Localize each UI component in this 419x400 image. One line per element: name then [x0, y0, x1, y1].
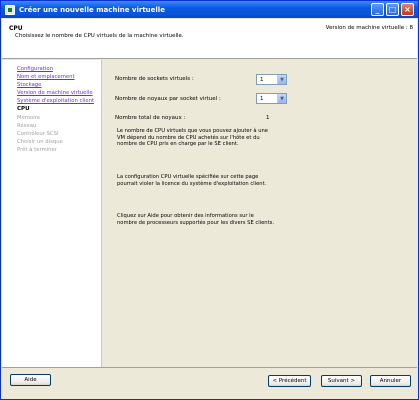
cores-per-socket-label: Nombre de noyaux par socket virtuel :	[115, 96, 221, 102]
window-title: Créer une nouvelle machine virtuelle	[19, 5, 165, 14]
minimize-icon[interactable]: _	[371, 3, 384, 16]
wizard-header: CPU Choisissez le nombre de CPU virtuels…	[2, 19, 417, 59]
sidebar-item-scsi-controller: Contrôleur SCSI	[17, 131, 59, 137]
close-icon[interactable]: ×	[401, 3, 414, 16]
sidebar-item-configuration[interactable]: Configuration	[17, 66, 53, 72]
total-cores-value: 1	[266, 115, 270, 121]
footer-divider	[2, 367, 417, 368]
wizard-window: Créer une nouvelle machine virtuelle _ □…	[0, 0, 419, 400]
sidebar-item-guest-os[interactable]: Système d'exploitation client	[17, 98, 94, 104]
page-title: CPU	[9, 25, 23, 32]
sidebar-item-network: Réseau	[17, 123, 37, 129]
sidebar-item-memory: Mémoire	[17, 115, 41, 121]
sockets-value: 1	[260, 76, 264, 83]
info-cpu-licensing: Le nombre de CPU virtuels que vous pouve…	[117, 128, 268, 148]
info-license-warning: La configuration CPU virtuelle spécifiée…	[117, 174, 267, 187]
vm-version-label: Version de machine virtuelle : 8	[325, 25, 413, 31]
sidebar-item-name-location[interactable]: Nom et emplacement	[17, 74, 75, 80]
cores-per-socket-value: 1	[260, 95, 264, 102]
chevron-down-icon[interactable]: ▼	[277, 94, 286, 103]
next-button[interactable]: Suivant >	[321, 375, 362, 387]
sidebar-item-select-disk: Choisir un disque	[17, 139, 63, 145]
cancel-button[interactable]: Annuler	[370, 375, 411, 387]
cpu-settings-panel: Nombre de sockets virtuels : 1 ▼ Nombre …	[103, 60, 406, 367]
cores-per-socket-select[interactable]: 1 ▼	[256, 93, 287, 104]
back-button[interactable]: < Précédent	[268, 375, 311, 387]
sidebar-item-cpu: CPU	[17, 106, 30, 112]
sidebar-item-storage[interactable]: Stockage	[17, 82, 41, 88]
page-subtitle: Choisissez le nombre de CPU virtuels de …	[15, 33, 184, 39]
sockets-select[interactable]: 1 ▼	[256, 74, 287, 85]
total-cores-label: Nombre total de noyaux :	[115, 115, 186, 121]
chevron-down-icon[interactable]: ▼	[277, 75, 286, 84]
wizard-steps-sidebar: Configuration Nom et emplacement Stockag…	[2, 60, 102, 367]
sidebar-item-vm-version[interactable]: Version de machine virtuelle	[17, 90, 93, 96]
vm-app-icon	[5, 4, 15, 15]
title-bar[interactable]: Créer une nouvelle machine virtuelle _ □…	[1, 1, 418, 18]
maximize-icon[interactable]: □	[386, 3, 399, 16]
info-help-hint: Cliquez sur Aide pour obtenir des inform…	[117, 213, 274, 226]
sidebar-item-ready-to-complete: Prêt à terminer	[17, 147, 57, 153]
sockets-label: Nombre de sockets virtuels :	[115, 76, 194, 82]
help-button[interactable]: Aide	[10, 374, 51, 386]
